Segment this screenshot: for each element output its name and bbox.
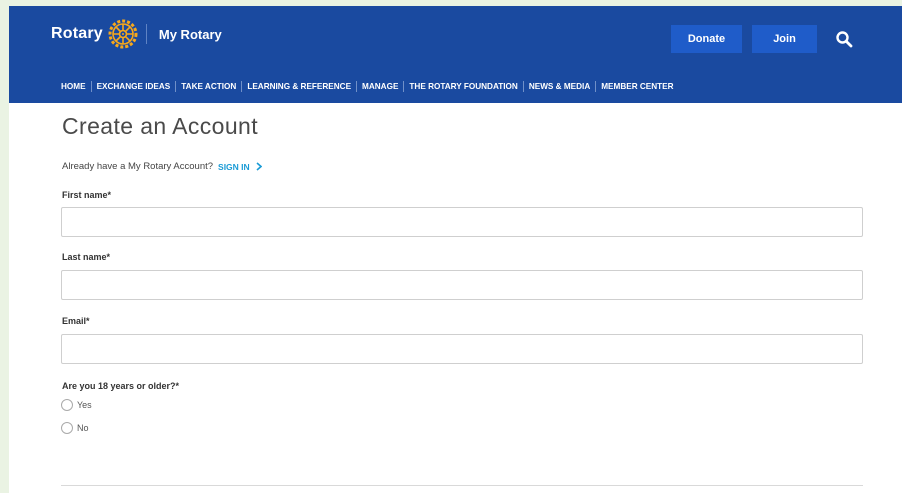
sign-in-link[interactable]: SIGN IN [218,162,262,172]
page: Rotary My Rotary Donate Join HOME EXCHAN… [9,6,902,493]
nav-item-home[interactable]: HOME [61,82,86,91]
email-label: Email* [62,316,90,326]
brand-divider [145,24,147,44]
search-icon[interactable] [835,30,853,48]
radio-button-yes[interactable] [61,399,73,411]
nav-item-take-action[interactable]: TAKE ACTION [181,82,236,91]
nav-item-news-media[interactable]: NEWS & MEDIA [529,82,590,91]
nav-divider [522,80,524,92]
page-title: Create an Account [62,113,259,139]
radio-button-no[interactable] [61,422,73,434]
rotary-wheel-icon [108,19,138,49]
last-name-label: Last name* [62,252,111,262]
email-field[interactable] [61,334,863,364]
nav-item-member-center[interactable]: MEMBER CENTER [601,82,673,91]
nav-divider [403,80,405,92]
section-divider [61,485,863,486]
donate-button[interactable]: Donate [671,25,742,53]
brand[interactable]: Rotary My Rotary [51,17,222,51]
nav-divider [241,80,243,92]
nav-item-manage[interactable]: MANAGE [362,82,398,91]
my-rotary-label: My Rotary [158,26,222,42]
brand-name: Rotary [51,25,103,42]
nav-item-exchange-ideas[interactable]: EXCHANGE IDEAS [97,82,171,91]
join-button[interactable]: Join [752,25,817,53]
nav-item-learning-reference[interactable]: LEARNING & REFERENCE [247,82,351,91]
site-header: Rotary My Rotary Donate Join HOME EXCHAN… [9,6,902,103]
nav-divider [595,80,597,92]
signin-prompt: Already have a My Rotary Account? SIGN I… [62,161,262,172]
sign-in-label: SIGN IN [218,161,250,172]
radio-label-yes: Yes [77,400,92,410]
first-name-field[interactable] [61,207,863,237]
radio-option-yes[interactable]: Yes [61,399,92,411]
age-question-label: Are you 18 years or older?* [62,381,180,391]
already-have-account-text: Already have a My Rotary Account? [62,161,214,172]
radio-option-no[interactable]: No [61,422,89,434]
radio-label-no: No [77,423,89,433]
nav-item-rotary-foundation[interactable]: THE ROTARY FOUNDATION [409,82,517,91]
last-name-field[interactable] [61,270,863,300]
nav-divider [90,80,92,92]
first-name-label: First name* [62,190,112,200]
chevron-right-icon [256,162,262,171]
nav-divider [175,80,177,92]
main-nav: HOME EXCHANGE IDEAS TAKE ACTION LEARNING… [61,79,674,93]
nav-divider [356,80,358,92]
